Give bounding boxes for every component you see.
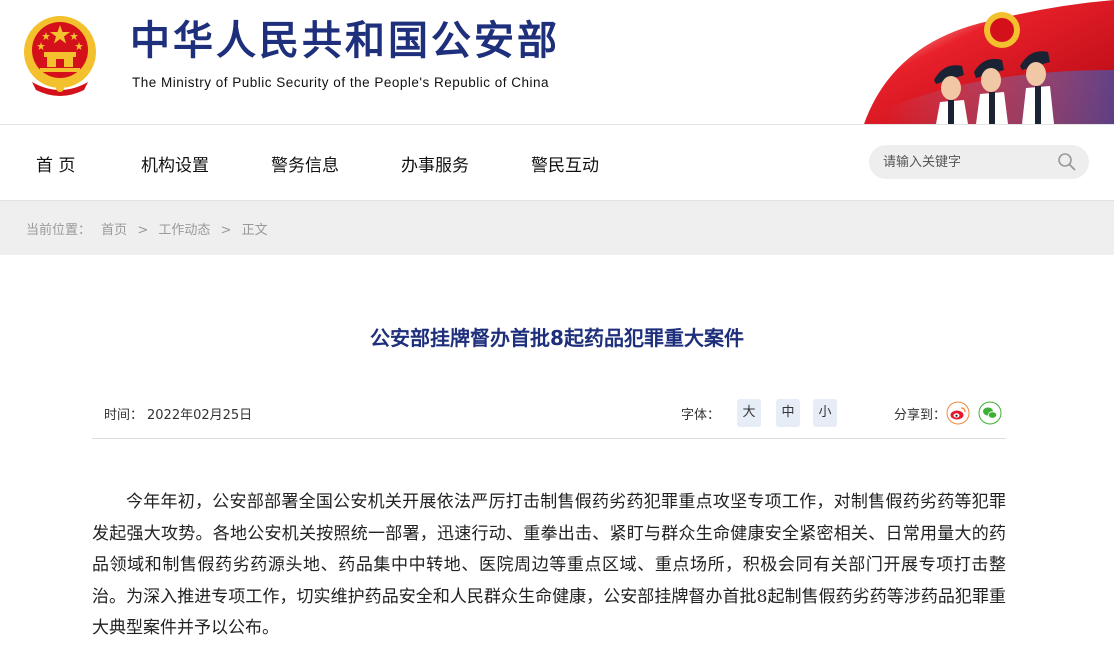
publish-time-value: 2022年02月25日 [147, 408, 253, 423]
site-subtitle: The Ministry of Public Security of the P… [132, 75, 550, 90]
breadcrumb-work-news[interactable]: 工作动态 [158, 223, 210, 238]
share-label: 分享到： [894, 408, 947, 423]
nav-item-interaction[interactable]: 警民互动 [531, 151, 599, 176]
nav-item-organization[interactable]: 机构设置 [141, 151, 209, 176]
article-meta: 时间： 2022年02月25日 字体： 大 中 小 分享到： [92, 392, 1006, 439]
breadcrumb-home[interactable]: 首页 [101, 223, 127, 238]
weibo-icon[interactable] [946, 401, 970, 425]
search-box [869, 145, 1089, 179]
article-body: 今年年初，公安部部署全国公安机关开展依法严厉打击制售假药劣药犯罪重点攻坚专项工作… [92, 492, 1006, 638]
wechat-icon[interactable] [978, 401, 1002, 425]
breadcrumb: 当前位置： 首页 > 工作动态 > 正文 [26, 219, 274, 238]
national-emblem-icon[interactable] [22, 12, 98, 96]
site-header: 中华人民共和国公安部 The Ministry of Public Securi… [0, 0, 1114, 124]
font-size-medium-button[interactable]: 中 [776, 399, 800, 427]
publish-time-label: 时间： [104, 408, 144, 423]
nav-item-home[interactable]: 首 页 [36, 151, 75, 176]
nav-item-police-info[interactable]: 警务信息 [271, 151, 339, 176]
police-banner-image [864, 0, 1114, 124]
breadcrumb-current: 正文 [241, 223, 268, 238]
breadcrumb-bar: 当前位置： 首页 > 工作动态 > 正文 [0, 200, 1114, 255]
font-size-label: 字体： [681, 408, 721, 423]
site-title: 中华人民共和国公安部 [130, 18, 560, 64]
breadcrumb-separator: > [220, 223, 232, 238]
nav-item-services[interactable]: 办事服务 [401, 151, 469, 176]
search-input[interactable] [883, 152, 1053, 172]
font-size-small-button[interactable]: 小 [813, 399, 837, 427]
article-title: 公安部挂牌督办首批8起药品犯罪重大案件 [370, 326, 744, 350]
search-icon[interactable] [1057, 152, 1077, 172]
font-size-large-button[interactable]: 大 [737, 399, 761, 427]
breadcrumb-label: 当前位置： [26, 223, 92, 238]
publish-time: 时间： 2022年02月25日 [104, 404, 252, 423]
breadcrumb-separator: > [137, 223, 149, 238]
